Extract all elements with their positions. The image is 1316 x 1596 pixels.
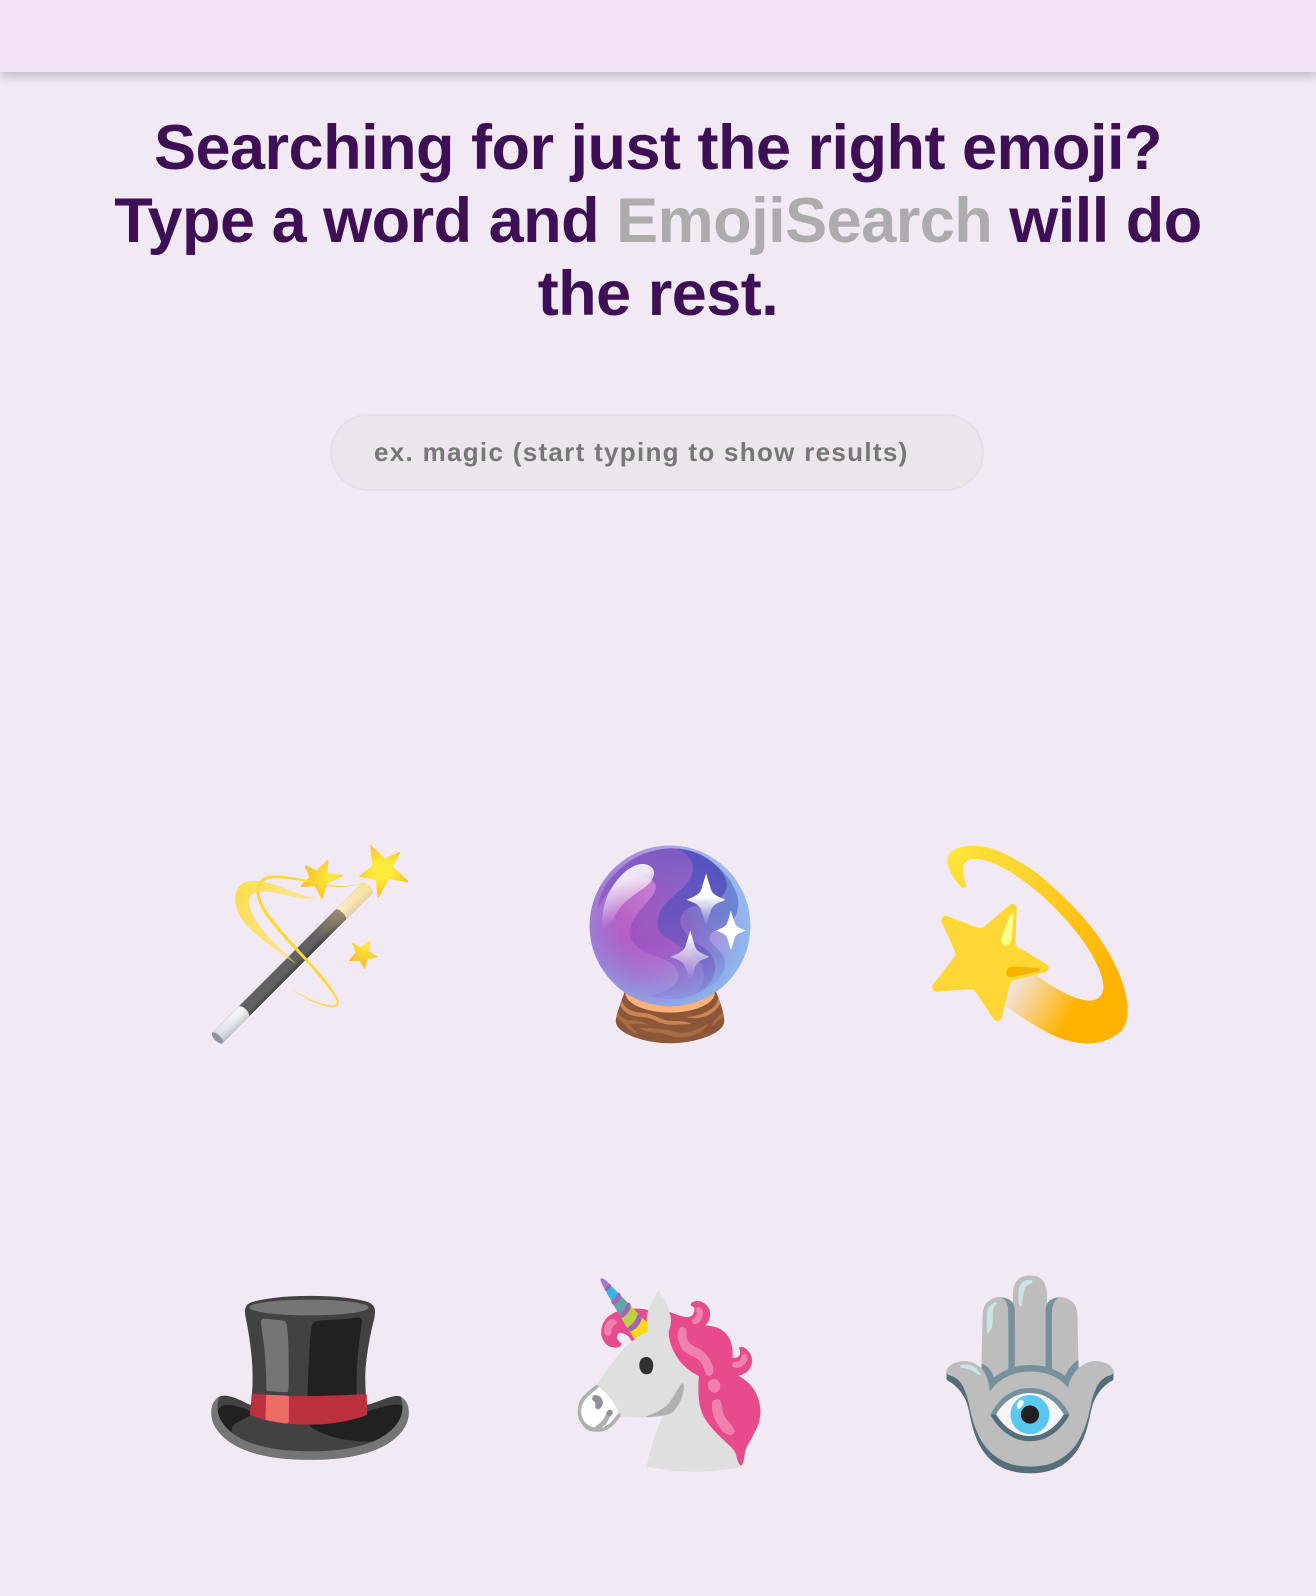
emoji-result-crystal-ball[interactable]: 🔮 [490,830,850,1060]
page-title: Searching for just the right emoji? Type… [100,112,1216,331]
emoji-result-unicorn[interactable]: 🦄 [490,1260,850,1490]
emoji-result-top-hat[interactable]: 🎩 [130,1260,490,1490]
emoji-result-magic-wand[interactable]: 🪄 [130,830,490,1060]
brand-name: EmojiSearch [616,186,993,256]
top-bar [0,0,1316,72]
emoji-results-grid: 🪄 🔮 💫 🎩 🦄 🪬 [130,830,1210,1490]
emoji-result-dizzy[interactable]: 💫 [850,830,1210,1060]
emoji-result-diamond[interactable]: 🪬 [850,1260,1210,1490]
search-input[interactable] [330,414,984,491]
